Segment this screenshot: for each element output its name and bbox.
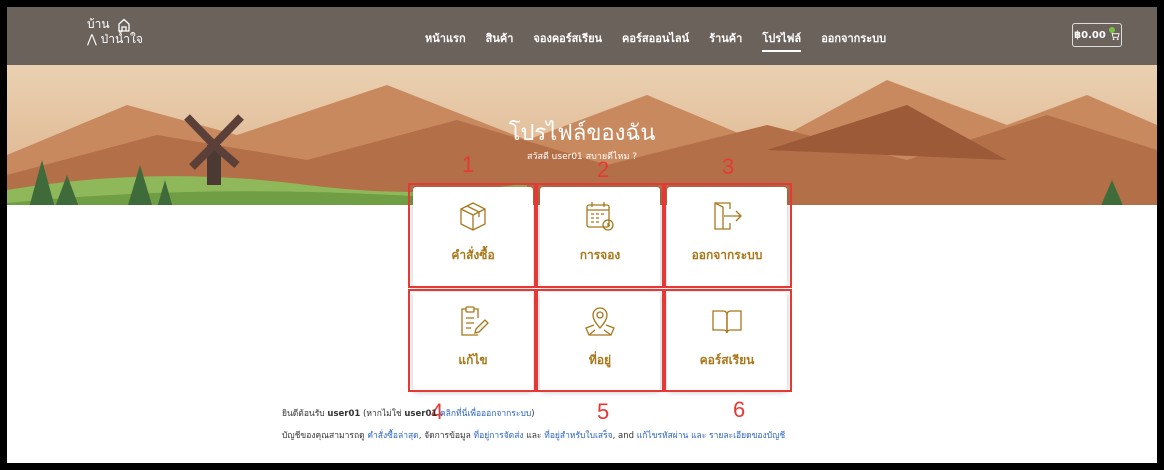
annotation-box-1 <box>408 183 536 288</box>
annotation-number-3: 3 <box>722 154 735 179</box>
top-navbar: บ้าน ⋀ ป่าน้ำใจ หน้าแรก สินค้า จองคอร์สเ… <box>7 7 1157 65</box>
desc-text-1: บัญชีของคุณสามารถดู <box>282 431 365 441</box>
shipping-address-link[interactable]: ที่อยู่การจัดส่ง <box>474 431 524 441</box>
logo-mountain-icon: ⋀ <box>87 32 101 46</box>
nav-logout[interactable]: ออกจากระบบ <box>821 29 886 52</box>
annotation-number-6: 6 <box>733 397 746 422</box>
annotation-box-4 <box>408 289 536 392</box>
annotation-number-2: 2 <box>597 157 610 182</box>
welcome-prefix: ยินดีต้อนรับ <box>282 409 325 419</box>
logo-text-line2: ป่าน้ำใจ <box>100 32 143 46</box>
annotation-box-3 <box>664 183 792 288</box>
desc-text-2: , จัดการข้อมูล <box>418 431 471 441</box>
main-nav: หน้าแรก สินค้า จองคอร์สเรียน คอร์สออนไลน… <box>425 29 886 52</box>
house-logo-icon <box>118 18 131 32</box>
account-description: บัญชีของคุณสามารถดู คำสั่งซื้อล่าสุด, จั… <box>282 428 785 442</box>
annotation-number-5: 5 <box>597 399 610 424</box>
page-frame: บ้าน ⋀ ป่าน้ำใจ หน้าแรก สินค้า จองคอร์สเ… <box>7 7 1157 463</box>
logo-text-line1: บ้าน <box>87 17 110 31</box>
nav-products[interactable]: สินค้า <box>486 29 514 52</box>
annotation-number-1: 1 <box>462 152 475 177</box>
nav-home[interactable]: หน้าแรก <box>425 29 466 52</box>
desc-text-3: และ <box>526 431 542 441</box>
recent-orders-link[interactable]: คำสั่งซื้อล่าสุด <box>367 431 418 441</box>
annotation-box-6 <box>664 289 792 392</box>
nav-online-course[interactable]: คอร์สออนไลน์ <box>622 29 689 52</box>
page-title: โปรไฟล์ของฉัน <box>508 121 656 146</box>
greeting-subtitle: สวัสดี user01 สบายดีไหม ? <box>526 152 638 162</box>
cart-amount: ฿0.00 <box>1074 29 1106 41</box>
billing-address-link[interactable]: ที่อยู่สำหรับใบเสร็จ <box>544 431 612 441</box>
site-logo[interactable]: บ้าน ⋀ ป่าน้ำใจ <box>87 17 143 47</box>
welcome-username-2: user01 <box>404 409 438 419</box>
desc-text-4: , and <box>612 431 635 441</box>
welcome-suffix: ) <box>531 409 535 419</box>
nav-shop[interactable]: ร้านค้า <box>709 29 742 52</box>
welcome-username: user01 <box>327 409 361 419</box>
cart-badge <box>1109 27 1115 33</box>
annotation-box-2 <box>536 183 664 288</box>
welcome-message: ยินดีต้อนรับ user01 (หากไม่ใช่ user01 คล… <box>282 406 535 420</box>
annotation-box-5 <box>536 289 664 392</box>
nav-profile[interactable]: โปรไฟล์ <box>762 29 802 52</box>
cart-button[interactable]: ฿0.00 <box>1072 23 1122 47</box>
welcome-middle: (หากไม่ใช่ <box>363 409 402 419</box>
edit-password-link[interactable]: แก้ไขรหัสผ่าน และ รายละเอียดของบัญชี <box>637 431 785 441</box>
logout-link[interactable]: คลิกที่นี่เพื่อออกจากระบบ <box>440 409 531 419</box>
nav-book-course[interactable]: จองคอร์สเรียน <box>533 29 602 52</box>
